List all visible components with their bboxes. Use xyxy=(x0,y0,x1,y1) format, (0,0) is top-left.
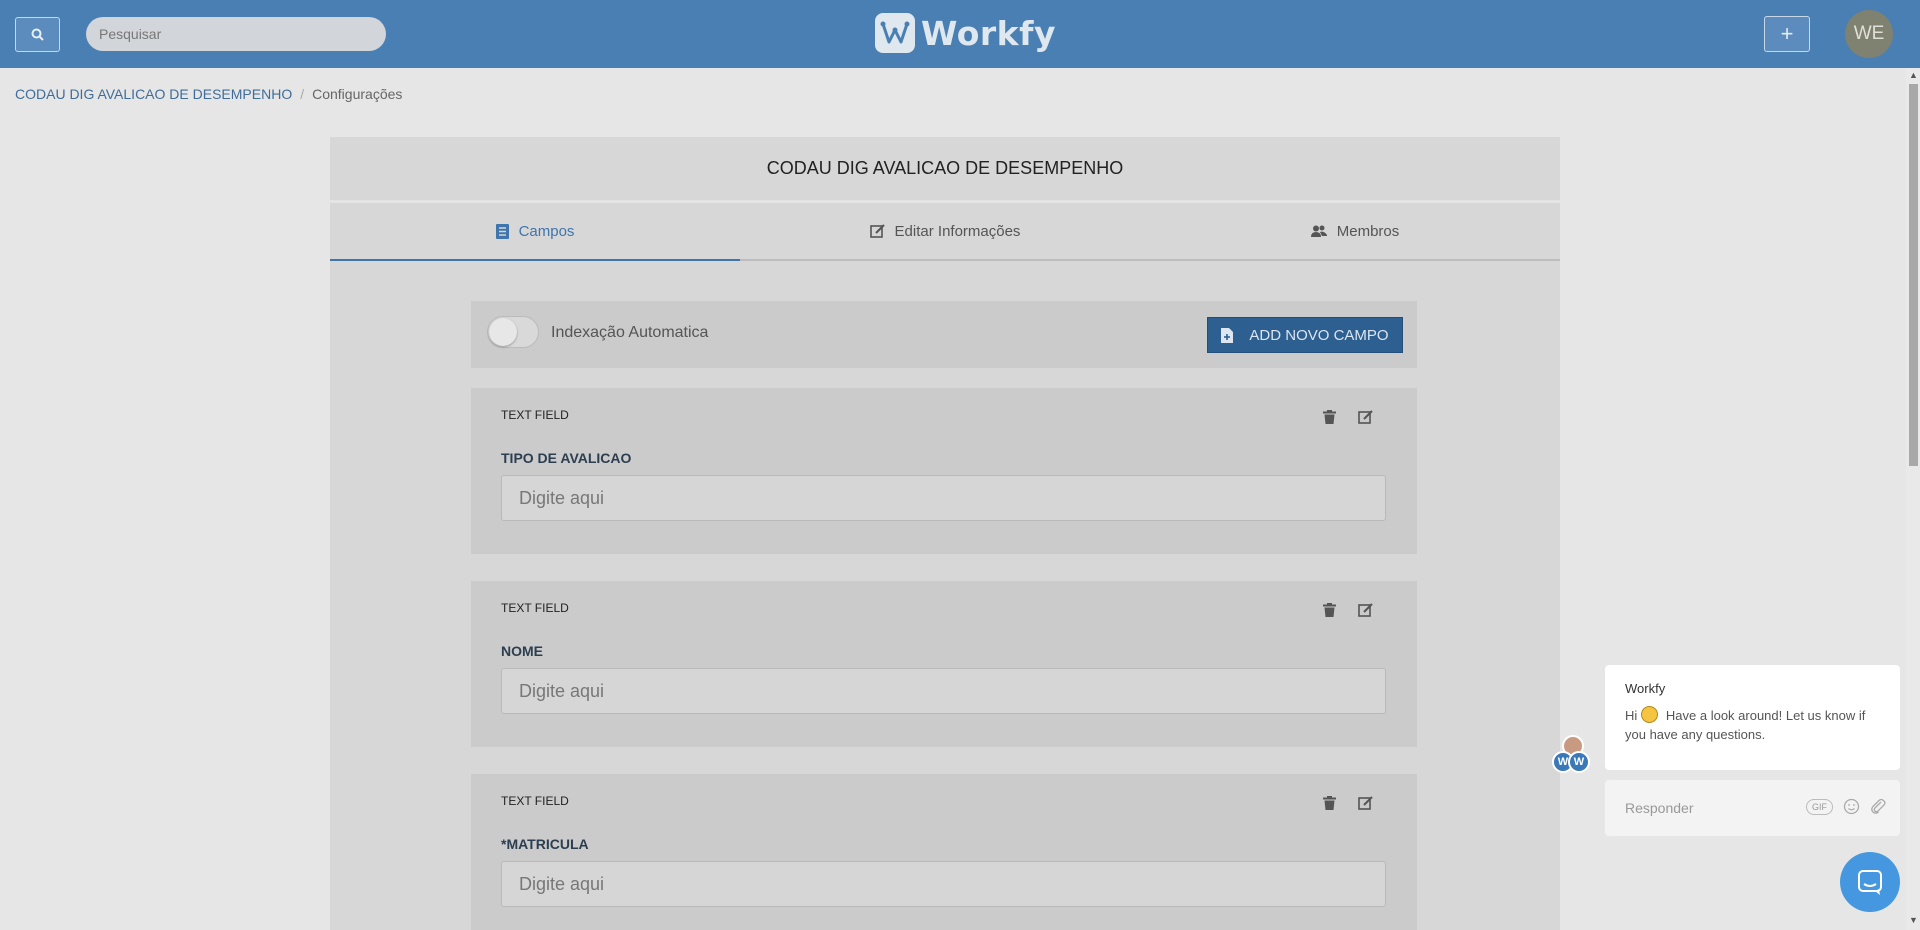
breadcrumb: CODAU DIG AVALICAO DE DESEMPENHO / Confi… xyxy=(15,86,402,102)
card-title: CODAU DIG AVALICAO DE DESEMPENHO xyxy=(766,158,1124,178)
chat-avatars: W W xyxy=(1552,735,1592,775)
scrollbar-thumb[interactable] xyxy=(1909,84,1918,466)
emoji-icon[interactable] xyxy=(1843,798,1860,815)
edit-icon[interactable] xyxy=(1358,603,1373,618)
workfy-logo[interactable]: Workfy xyxy=(875,12,1056,54)
field-type: TEXT FIELD xyxy=(501,408,569,422)
fields-toolbar: Indexação Automatica ADD NOVO CAMPO xyxy=(471,301,1417,368)
field-actions xyxy=(1323,410,1373,425)
tab-editar-informacoes[interactable]: Editar Informações xyxy=(740,203,1150,259)
chat-icon xyxy=(1858,870,1882,895)
edit-icon[interactable] xyxy=(1358,410,1373,425)
attachment-icon[interactable] xyxy=(1870,798,1886,815)
chat-greeting: Hi xyxy=(1625,708,1638,723)
users-icon xyxy=(1310,225,1327,237)
chat-message: Hi Have a look around! Let us know if yo… xyxy=(1625,706,1880,744)
tab-editar-label: Editar Informações xyxy=(894,222,1021,240)
field-type: TEXT FIELD xyxy=(501,601,569,615)
field-input-placeholder: Digite aqui xyxy=(519,873,605,894)
breadcrumb-link[interactable]: CODAU DIG AVALICAO DE DESEMPENHO xyxy=(15,86,292,102)
field-actions xyxy=(1323,603,1373,618)
search-placeholder: Pesquisar xyxy=(99,26,162,42)
edit-icon[interactable] xyxy=(1358,796,1373,811)
field-actions xyxy=(1323,796,1373,811)
tab-campos-label: Campos xyxy=(518,222,575,240)
tab-membros[interactable]: Membros xyxy=(1150,203,1560,259)
search-icon xyxy=(31,28,44,41)
workfy-bot-avatar: W xyxy=(1568,751,1590,773)
tab-membros-label: Membros xyxy=(1336,222,1400,240)
search-button[interactable] xyxy=(15,17,60,52)
search-input[interactable]: Pesquisar xyxy=(86,17,386,51)
field-label: TIPO DE AVALICAO xyxy=(501,450,632,466)
field-input-placeholder: Digite aqui xyxy=(519,680,605,701)
plus-icon: + xyxy=(1780,21,1794,46)
gif-icon[interactable]: GIF xyxy=(1806,798,1833,815)
add-new-field-button[interactable]: ADD NOVO CAMPO xyxy=(1207,317,1403,353)
logo-text: Workfy xyxy=(921,13,1056,53)
field-card: TEXT FIELD TIPO DE AVALICAO Digite aqui xyxy=(471,388,1417,554)
logo-icon xyxy=(875,13,915,53)
add-new-field-label: ADD NOVO CAMPO xyxy=(1249,326,1389,344)
trash-icon[interactable] xyxy=(1323,796,1336,810)
grinning-emoji-icon xyxy=(1641,706,1659,723)
add-button[interactable]: + xyxy=(1764,16,1810,52)
chat-reply-tools: GIF xyxy=(1806,798,1886,815)
field-label: *MATRICULA xyxy=(501,836,589,852)
chat-reply-input[interactable]: Responder GIF xyxy=(1605,780,1900,836)
card-header: CODAU DIG AVALICAO DE DESEMPENHO xyxy=(330,137,1560,203)
file-add-icon xyxy=(1221,327,1234,343)
field-label: NOME xyxy=(501,643,543,659)
top-bar: Pesquisar Workfy + WE xyxy=(0,0,1920,68)
auto-index-label: Indexação Automatica xyxy=(551,324,709,341)
breadcrumb-current: Configurações xyxy=(312,86,403,102)
scroll-down-arrow-icon[interactable]: ▼ xyxy=(1909,915,1918,925)
toggle-knob xyxy=(489,318,517,346)
settings-card: CODAU DIG AVALICAO DE DESEMPENHO Campos … xyxy=(330,137,1560,930)
chat-launcher-button[interactable] xyxy=(1840,852,1900,912)
document-icon xyxy=(495,223,509,239)
scroll-up-arrow-icon[interactable]: ▲ xyxy=(1909,70,1918,80)
field-input[interactable]: Digite aqui xyxy=(501,861,1386,907)
field-input-placeholder: Digite aqui xyxy=(519,487,605,508)
chat-reply-placeholder: Responder xyxy=(1625,800,1694,816)
trash-icon[interactable] xyxy=(1323,410,1336,424)
field-input[interactable]: Digite aqui xyxy=(501,475,1386,521)
field-card: TEXT FIELD NOME Digite aqui xyxy=(471,581,1417,747)
user-avatar[interactable]: WE xyxy=(1845,10,1893,58)
tab-campos[interactable]: Campos xyxy=(330,203,740,261)
trash-icon[interactable] xyxy=(1323,603,1336,617)
field-input[interactable]: Digite aqui xyxy=(501,668,1386,714)
chat-message-text: Have a look around! Let us know if you h… xyxy=(1625,708,1866,742)
field-card: TEXT FIELD *MATRICULA Digite aqui xyxy=(471,774,1417,930)
chat-sender: Workfy xyxy=(1625,681,1666,696)
avatar-initials: WE xyxy=(1853,23,1885,44)
auto-index-toggle[interactable] xyxy=(487,316,539,348)
edit-icon xyxy=(869,223,885,238)
tabs: Campos Editar Informações Membros xyxy=(330,203,1560,261)
chat-message-bubble[interactable]: Workfy Hi Have a look around! Let us kno… xyxy=(1605,665,1900,770)
field-type: TEXT FIELD xyxy=(501,794,569,808)
breadcrumb-separator: / xyxy=(300,86,305,102)
